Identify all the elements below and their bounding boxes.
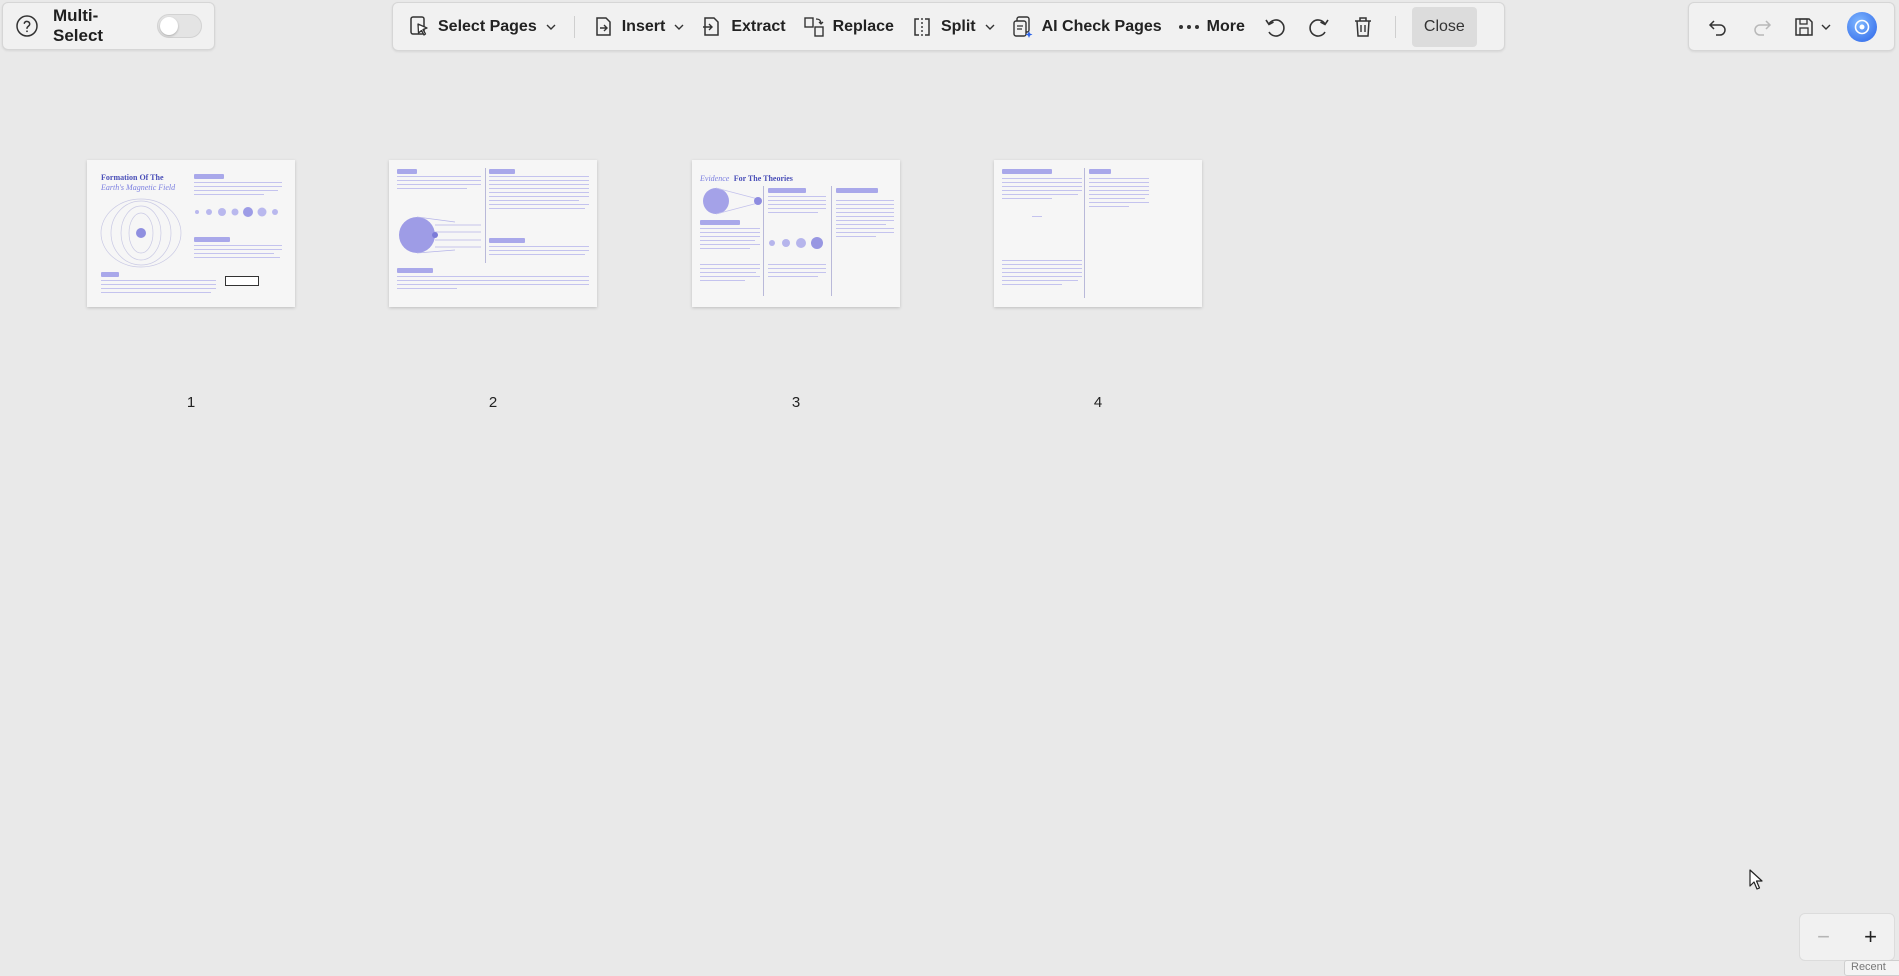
page-toolbar: Select Pages Insert Extract Replace Spli… [392, 2, 1505, 51]
insert-label: Insert [621, 17, 666, 35]
extract-label: Extract [731, 17, 786, 35]
page-thumbnail[interactable] [389, 160, 597, 307]
select-pages-button[interactable]: Select Pages [401, 7, 564, 47]
split-button[interactable]: Split [902, 7, 1003, 47]
rotate-left-button[interactable] [1253, 7, 1297, 47]
thumb-title: Formation Of The [101, 173, 164, 182]
quick-actions-panel [1688, 2, 1895, 51]
redo-icon [1754, 19, 1772, 36]
page-thumbnail[interactable]: Evidence For The Theories [692, 160, 900, 307]
ai-check-pages-button[interactable]: AI Check Pages [1003, 7, 1170, 47]
extract-icon [703, 16, 720, 36]
more-label: More [1206, 17, 1245, 35]
more-icon [1178, 24, 1199, 29]
extract-button[interactable]: Extract [692, 7, 793, 47]
undo-icon [1708, 19, 1726, 36]
chevron-down-icon [985, 24, 995, 30]
chevron-down-icon [674, 24, 684, 30]
save-button[interactable] [1787, 7, 1837, 47]
close-button[interactable]: Close [1411, 6, 1477, 47]
thumb-subtitle: Earth's Magnetic Field [101, 183, 176, 192]
multi-select-toggle[interactable] [156, 14, 202, 38]
zoom-out-button[interactable]: − [1817, 926, 1830, 948]
rotate-right-icon [1309, 18, 1329, 37]
rotate-right-button[interactable] [1297, 7, 1341, 47]
select-pages-icon [410, 15, 428, 36]
toolbar-divider [1394, 15, 1396, 38]
delete-button[interactable] [1341, 7, 1385, 47]
page-thumbnail[interactable] [994, 160, 1202, 307]
replace-icon [803, 16, 824, 37]
ai-check-icon [1012, 15, 1033, 38]
recent-tab[interactable]: Recent [1844, 960, 1899, 976]
assistant-icon[interactable] [1847, 11, 1877, 42]
insert-icon [595, 16, 611, 36]
rotate-left-icon [1265, 18, 1285, 37]
chevron-down-icon [1821, 24, 1831, 30]
zoom-in-button[interactable]: + [1864, 926, 1877, 948]
ai-check-pages-label: AI Check Pages [1041, 17, 1162, 35]
mouse-cursor-icon [1749, 869, 1763, 890]
insert-button[interactable]: Insert [585, 7, 693, 47]
split-label: Split [940, 17, 976, 35]
replace-label: Replace [832, 17, 894, 35]
help-icon[interactable] [15, 14, 39, 38]
redo-button[interactable] [1743, 7, 1781, 47]
chevron-down-icon [546, 24, 556, 30]
select-pages-label: Select Pages [438, 17, 537, 35]
replace-button[interactable]: Replace [794, 7, 902, 47]
page-number: 3 [791, 394, 801, 411]
toggle-knob [159, 17, 178, 35]
split-icon [914, 17, 930, 36]
save-icon [1795, 17, 1813, 36]
toolbar-divider [573, 15, 575, 38]
page-number: 1 [186, 394, 196, 411]
magnetic-field-figure [100, 198, 182, 268]
zoom-controls: − + [1799, 913, 1895, 961]
page-number: 2 [488, 394, 498, 411]
page-thumbnail[interactable]: Formation Of The Earth's Magnetic Field [87, 160, 295, 307]
multi-select-label: Multi-Select [53, 6, 104, 45]
undo-button[interactable] [1699, 7, 1737, 47]
multi-select-panel: Multi-Select [2, 2, 215, 50]
page-number: 4 [1093, 394, 1103, 411]
more-button[interactable]: More [1170, 7, 1253, 47]
trash-icon [1354, 16, 1371, 37]
